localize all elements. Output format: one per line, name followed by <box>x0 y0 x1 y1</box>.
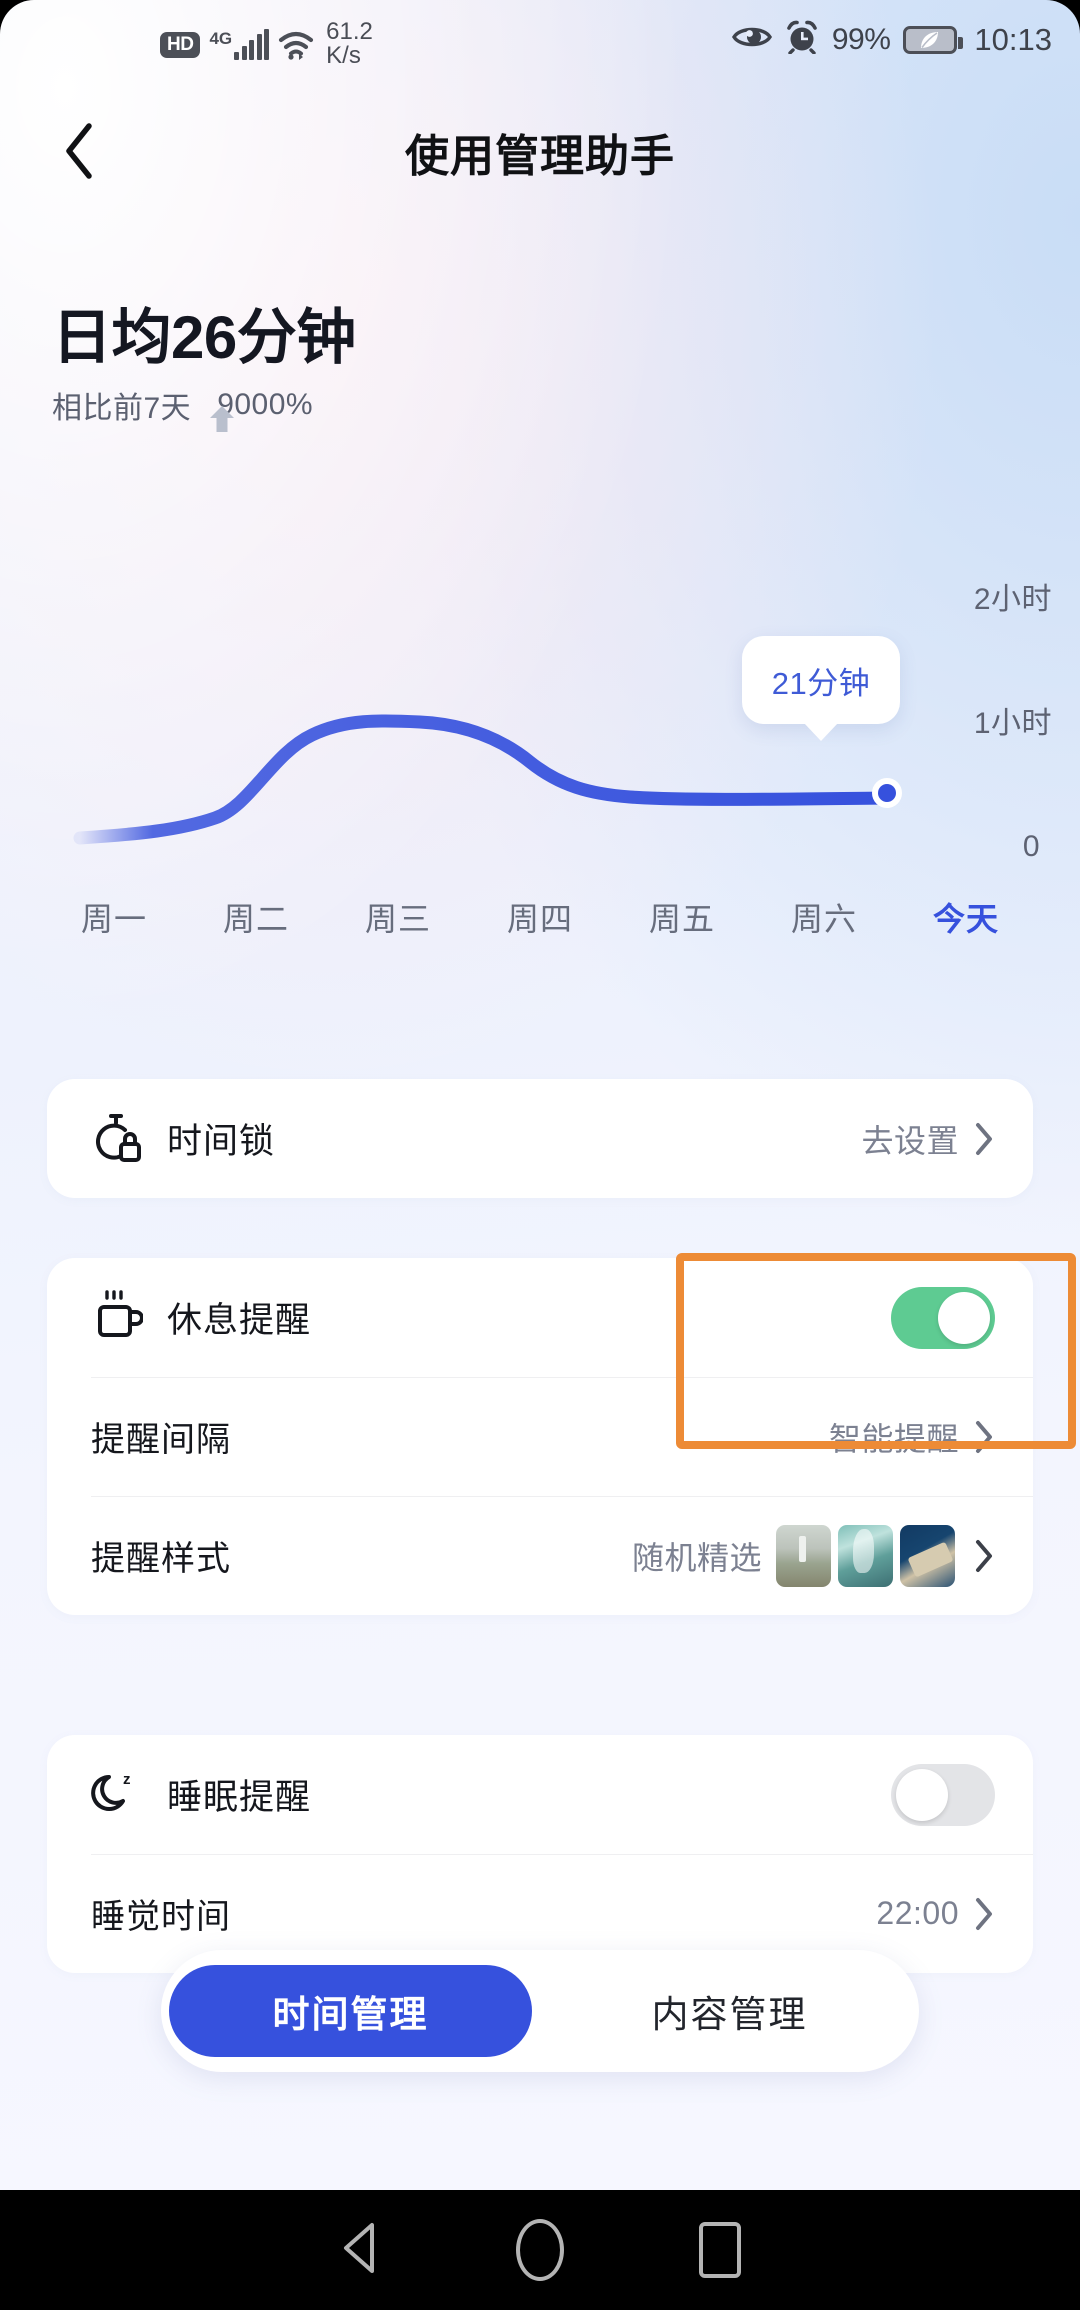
card-sleep-reminder: z 睡眠提醒 睡觉时间 22:00 <box>47 1735 1033 1973</box>
usage-chart-line <box>73 714 893 845</box>
android-home-button[interactable] <box>450 2190 630 2310</box>
chevron-right-icon <box>973 1538 995 1574</box>
card-rest-reminder: 休息提醒 提醒间隔 智能提醒 提醒样式 随机精选 <box>47 1258 1033 1615</box>
chart-active-point[interactable] <box>872 778 902 808</box>
day-label-1[interactable]: 周二 <box>196 894 316 940</box>
day-label-2[interactable]: 周三 <box>338 894 458 940</box>
app-navbar: 使用管理助手 <box>0 110 1080 210</box>
network-speed-value: 61.2 <box>326 18 373 45</box>
reminder-style-thumbnails <box>776 1524 955 1587</box>
y-axis-label-top: 2小时 <box>973 583 1052 616</box>
signal-bars-icon: 4G <box>209 28 270 60</box>
bottom-tab-bar: 时间管理 内容管理 <box>161 1950 919 2072</box>
row-value-time-lock: 去设置 <box>861 1122 959 1159</box>
row-time-lock[interactable]: 时间锁 去设置 <box>47 1079 1033 1198</box>
toggle-knob <box>896 1768 948 1821</box>
square-recents-icon <box>699 2222 741 2278</box>
row-label-reminder-style: 提醒样式 <box>91 1540 231 1578</box>
chart-day-axis: 周一 周二 周三 周四 周五 周六 今天 <box>54 894 1026 940</box>
stopwatch-lock-icon <box>91 1110 157 1168</box>
usage-chart[interactable]: 2小时 1小时 0 <box>0 540 1080 870</box>
row-label-time-lock: 时间锁 <box>167 1122 276 1161</box>
sleep-reminder-toggle[interactable] <box>891 1763 995 1826</box>
toggle-knob <box>938 1291 990 1344</box>
phone-screen: HD 4G 61.2 K/s 99% 10:13 使用管理助手 日均26分钟 相… <box>0 0 1080 2310</box>
tab-time-management[interactable]: 时间管理 <box>169 1965 532 2057</box>
row-reminder-interval[interactable]: 提醒间隔 智能提醒 <box>47 1377 1033 1496</box>
daily-average-text: 日均26分钟 <box>52 304 356 371</box>
day-label-5[interactable]: 周六 <box>764 894 884 940</box>
battery-percent: 99% <box>831 22 891 56</box>
status-bar-clock: 10:13 <box>974 21 1052 57</box>
signal-bars-glyph <box>234 28 270 60</box>
usage-trend: 相比前7天 9000% <box>52 383 356 432</box>
status-bar: HD 4G 61.2 K/s 99% 10:13 <box>0 0 1080 84</box>
android-recents-button[interactable] <box>630 2190 810 2310</box>
row-value-reminder-style: 随机精选 <box>631 1539 762 1576</box>
network-speed: 61.2 K/s <box>326 20 373 67</box>
day-label-today[interactable]: 今天 <box>906 894 1026 940</box>
hd-badge: HD <box>160 31 201 58</box>
circle-home-icon <box>516 2219 564 2281</box>
row-rest-reminder[interactable]: 休息提醒 <box>47 1258 1033 1377</box>
style-thumbnail-1 <box>776 1524 831 1587</box>
row-value-reminder-interval: 智能提醒 <box>828 1420 959 1457</box>
page-title: 使用管理助手 <box>405 132 675 181</box>
status-bar-left: HD 4G 61.2 K/s <box>160 20 373 67</box>
android-navigation-bar <box>0 2190 1080 2310</box>
row-reminder-style[interactable]: 提醒样式 随机精选 <box>47 1496 1033 1615</box>
row-label-bedtime: 睡觉时间 <box>91 1898 231 1936</box>
y-axis-label-bottom: 0 <box>1022 830 1040 863</box>
y-axis-label-mid: 1小时 <box>973 707 1052 740</box>
network-speed-unit: K/s <box>326 41 361 69</box>
usage-summary: 日均26分钟 相比前7天 9000% <box>52 304 356 432</box>
status-bar-right: 99% 10:13 <box>731 20 1052 59</box>
compare-label: 相比前7天 <box>52 392 192 425</box>
eye-comfort-icon <box>731 24 772 55</box>
coffee-cup-icon <box>91 1289 157 1346</box>
moon-z-icon: z <box>91 1767 157 1823</box>
chevron-right-icon <box>973 1419 995 1455</box>
row-value-bedtime: 22:00 <box>876 1895 959 1931</box>
style-thumbnail-3 <box>900 1524 955 1587</box>
chart-tooltip-value: 21分钟 <box>771 665 871 701</box>
app-surface: HD 4G 61.2 K/s 99% 10:13 使用管理助手 日均26分钟 相… <box>0 0 1080 2190</box>
chart-tooltip: 21分钟 <box>742 636 900 724</box>
rest-reminder-toggle[interactable] <box>891 1286 995 1349</box>
day-label-0[interactable]: 周一 <box>54 894 174 940</box>
battery-icon <box>903 25 964 54</box>
row-sleep-reminder[interactable]: z 睡眠提醒 <box>47 1735 1033 1854</box>
tab-content-management[interactable]: 内容管理 <box>548 1965 911 2057</box>
wifi-icon <box>278 30 314 60</box>
row-label-reminder-interval: 提醒间隔 <box>91 1421 231 1459</box>
network-type-label: 4G <box>209 28 233 48</box>
style-thumbnail-2 <box>838 1524 893 1587</box>
card-time-lock: 时间锁 去设置 <box>47 1079 1033 1198</box>
android-back-button[interactable] <box>270 2190 450 2310</box>
day-label-3[interactable]: 周四 <box>480 894 600 940</box>
row-label-sleep-reminder: 睡眠提醒 <box>167 1778 312 1817</box>
triangle-back-icon <box>334 2219 386 2282</box>
svg-text:z: z <box>123 1771 131 1788</box>
alarm-clock-icon <box>785 20 819 59</box>
row-label-rest-reminder: 休息提醒 <box>167 1301 312 1340</box>
chevron-right-icon <box>973 1121 995 1157</box>
day-label-4[interactable]: 周五 <box>622 894 742 940</box>
chevron-right-icon <box>973 1896 995 1932</box>
